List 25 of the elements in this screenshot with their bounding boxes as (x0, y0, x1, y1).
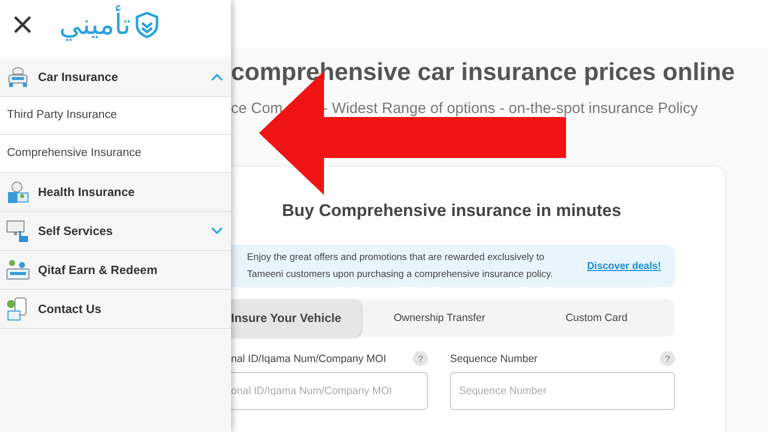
tab[interactable]: Ownership Transfer (361, 299, 518, 337)
promo-text: Enjoy the great offers and promotions that are rewarded exclusively to Tameeni customers upon purchasing a comprehensive insurance policy. (247, 251, 554, 282)
page-headline: comprehensive car insurance prices online (231, 58, 736, 88)
close-button[interactable]: × (6, 10, 40, 40)
shield-icon (134, 12, 159, 38)
menu-item[interactable]: Contact Us (0, 290, 231, 329)
menu-item[interactable]: Health Insurance (0, 173, 231, 212)
card-reader-icon (6, 258, 30, 282)
tab[interactable]: Custom Card (518, 299, 675, 337)
submenu-item[interactable]: Third Party Insurance (0, 97, 231, 135)
menu-item[interactable]: Qitaf Earn & Redeem (0, 251, 231, 290)
help-icon[interactable]: ? (660, 351, 675, 366)
subtitle-text: ce Com (231, 100, 283, 117)
input-field[interactable]: Sequence Number (450, 372, 675, 410)
card-title: Buy Comprehensive insurance in minutes (282, 201, 622, 221)
monitor-icon (6, 219, 30, 243)
help-icon[interactable]: ? (413, 351, 428, 366)
field-label: Sequence Number (450, 352, 538, 364)
field-label: nal ID/Iqama Num/Company MOI (231, 352, 386, 364)
input-field[interactable]: onal ID/Iqama Num/Company MOI (231, 372, 428, 410)
menu-item[interactable]: Self Services (0, 212, 231, 251)
car-icon (6, 65, 30, 89)
tab[interactable]: Insure Your Vehicle (231, 299, 361, 337)
menu-item[interactable]: Car Insurance (0, 58, 231, 97)
submenu-item[interactable]: Comprehensive Insurance (0, 135, 231, 173)
